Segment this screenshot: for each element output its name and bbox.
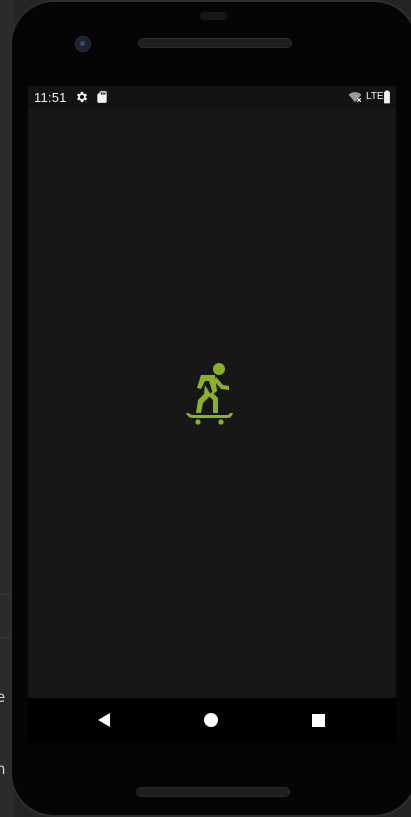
gear-icon (76, 91, 88, 103)
navigation-bar (28, 698, 396, 743)
recents-icon (311, 713, 325, 727)
sd-card-icon (97, 91, 107, 103)
device-screen: 11:51 LTE (28, 86, 396, 743)
front-camera (75, 36, 91, 52)
back-icon (98, 713, 110, 727)
desktop-background: e h 11:51 LTE (0, 0, 411, 817)
back-button[interactable] (92, 708, 116, 732)
home-icon (204, 713, 218, 727)
skateboarder-icon (186, 363, 233, 425)
app-splash-screen (28, 108, 396, 698)
status-bar: 11:51 LTE (28, 86, 396, 108)
recents-button[interactable] (306, 708, 330, 732)
status-time: 11:51 (34, 90, 67, 105)
background-partial-text: h (0, 760, 6, 778)
bottom-speaker (136, 787, 290, 797)
network-type-label: LTE (366, 91, 384, 102)
home-button[interactable] (199, 708, 223, 732)
proximity-sensor (200, 12, 228, 20)
wifi-off-icon (348, 92, 362, 103)
earpiece-speaker (138, 38, 292, 48)
background-partial-text: e (0, 688, 6, 706)
battery-icon (384, 90, 390, 104)
